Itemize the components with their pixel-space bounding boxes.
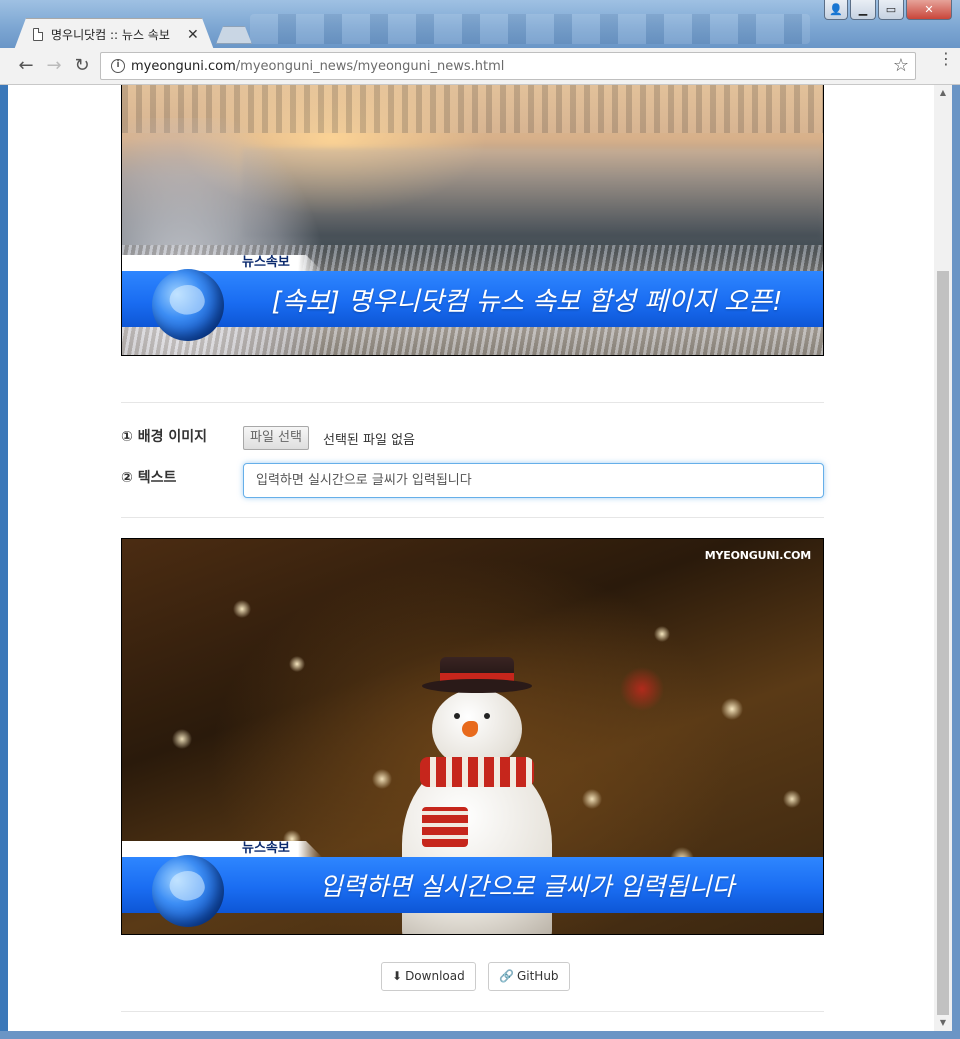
back-icon[interactable]: ← bbox=[14, 54, 38, 78]
maximize-button[interactable]: ▭ bbox=[878, 0, 904, 20]
snowman-eye bbox=[454, 713, 460, 719]
reload-icon[interactable]: ↻ bbox=[70, 54, 94, 78]
url-text: myeonguni.com/myeonguni_news/myeonguni_n… bbox=[131, 59, 504, 74]
browser-toolbar: ← → ↻ i myeonguni.com/myeonguni_news/mye… bbox=[0, 48, 960, 85]
globe-icon bbox=[152, 269, 224, 341]
window-close-button[interactable]: ✕ bbox=[906, 0, 952, 20]
main-headline: 입력하면 실시간으로 글씨가 입력됩니다 bbox=[319, 872, 735, 901]
download-label: Download bbox=[405, 969, 465, 983]
github-label: GitHub bbox=[516, 969, 559, 983]
browser-tab-active[interactable]: 명우니닷컴 :: 뉴스 속보 ✕ bbox=[14, 18, 214, 50]
headline-text-input[interactable]: 입력하면 실시간으로 글씨가 입력됩니다 bbox=[243, 463, 824, 498]
scroll-up-arrow-icon[interactable]: ▲ bbox=[934, 85, 952, 101]
window-frame bbox=[952, 85, 960, 1031]
file-status: 선택된 파일 없음 bbox=[323, 433, 415, 448]
info-icon[interactable]: i bbox=[111, 59, 125, 73]
page-icon bbox=[33, 28, 43, 41]
address-bar[interactable]: i myeonguni.com/myeonguni_news/myeonguni… bbox=[100, 52, 916, 80]
link-icon: 🔗 bbox=[499, 969, 514, 983]
profile-icon[interactable]: 👤 bbox=[824, 0, 848, 20]
snowman-eye bbox=[484, 713, 490, 719]
minimize-button[interactable]: ▁ bbox=[850, 0, 876, 20]
snowman-nose bbox=[462, 721, 478, 737]
download-button[interactable]: ⬇ Download bbox=[381, 962, 476, 991]
image-label: ① 배경 이미지 bbox=[121, 429, 208, 445]
globe-icon bbox=[152, 855, 224, 927]
close-icon[interactable]: ✕ bbox=[187, 27, 199, 43]
new-tab-button[interactable] bbox=[216, 26, 252, 44]
github-button[interactable]: 🔗 GitHub bbox=[488, 962, 570, 991]
window-frame bbox=[0, 1031, 960, 1039]
text-label: ② 텍스트 bbox=[121, 470, 177, 486]
url-host: myeonguni.com bbox=[131, 58, 236, 74]
file-select-button[interactable]: 파일 선택 bbox=[243, 426, 309, 450]
news-label-text: 뉴스속보 bbox=[242, 841, 290, 856]
scene-water bbox=[242, 148, 822, 238]
snowman-scarf bbox=[420, 757, 534, 787]
news-label-text: 뉴스속보 bbox=[242, 255, 290, 270]
snowman-hat-brim bbox=[422, 679, 532, 693]
main-news-banner: 뉴스속보 입력하면 실시간으로 글씨가 입력됩니다 bbox=[122, 841, 823, 931]
window-controls: 👤 ▁ ▭ ✕ bbox=[824, 0, 952, 20]
divider bbox=[121, 402, 824, 403]
news-label: 뉴스속보 bbox=[122, 841, 322, 857]
news-label: 뉴스속보 bbox=[122, 255, 322, 271]
scrollbar-thumb[interactable] bbox=[937, 271, 949, 1015]
divider bbox=[121, 1011, 824, 1012]
menu-icon[interactable]: ⋮ bbox=[938, 51, 954, 67]
top-preview-image: 뉴스속보 [속보] 명우니닷컴 뉴스 속보 합성 페이지 오픈! bbox=[121, 85, 824, 356]
watermark: MYEONGUNI.COM bbox=[704, 549, 811, 562]
page-viewport: 뉴스속보 [속보] 명우니닷컴 뉴스 속보 합성 페이지 오픈! ① 배경 이미… bbox=[8, 85, 934, 1031]
scroll-down-arrow-icon[interactable]: ▼ bbox=[934, 1015, 952, 1031]
star-icon[interactable]: ☆ bbox=[893, 55, 909, 76]
window-titlebar: 명우니닷컴 :: 뉴스 속보 ✕ 👤 ▁ ▭ ✕ bbox=[0, 0, 960, 50]
vertical-scrollbar[interactable]: ▲ ▼ bbox=[934, 85, 952, 1031]
main-preview-image: MYEONGUNI.COM 뉴스속보 입력하면 실시간으로 글씨가 입력됩니다 bbox=[121, 538, 824, 935]
top-news-banner: 뉴스속보 [속보] 명우니닷컴 뉴스 속보 합성 페이지 오픈! bbox=[122, 255, 823, 345]
divider bbox=[121, 517, 824, 518]
top-headline: [속보] 명우니닷컴 뉴스 속보 합성 페이지 오픈! bbox=[271, 286, 783, 317]
tab-title: 명우니닷컴 :: 뉴스 속보 bbox=[51, 28, 170, 42]
forward-icon[interactable]: → bbox=[42, 54, 66, 78]
titlebar-background bbox=[250, 14, 810, 44]
download-icon: ⬇ bbox=[392, 969, 403, 983]
url-path: /myeonguni_news/myeonguni_news.html bbox=[235, 58, 505, 74]
